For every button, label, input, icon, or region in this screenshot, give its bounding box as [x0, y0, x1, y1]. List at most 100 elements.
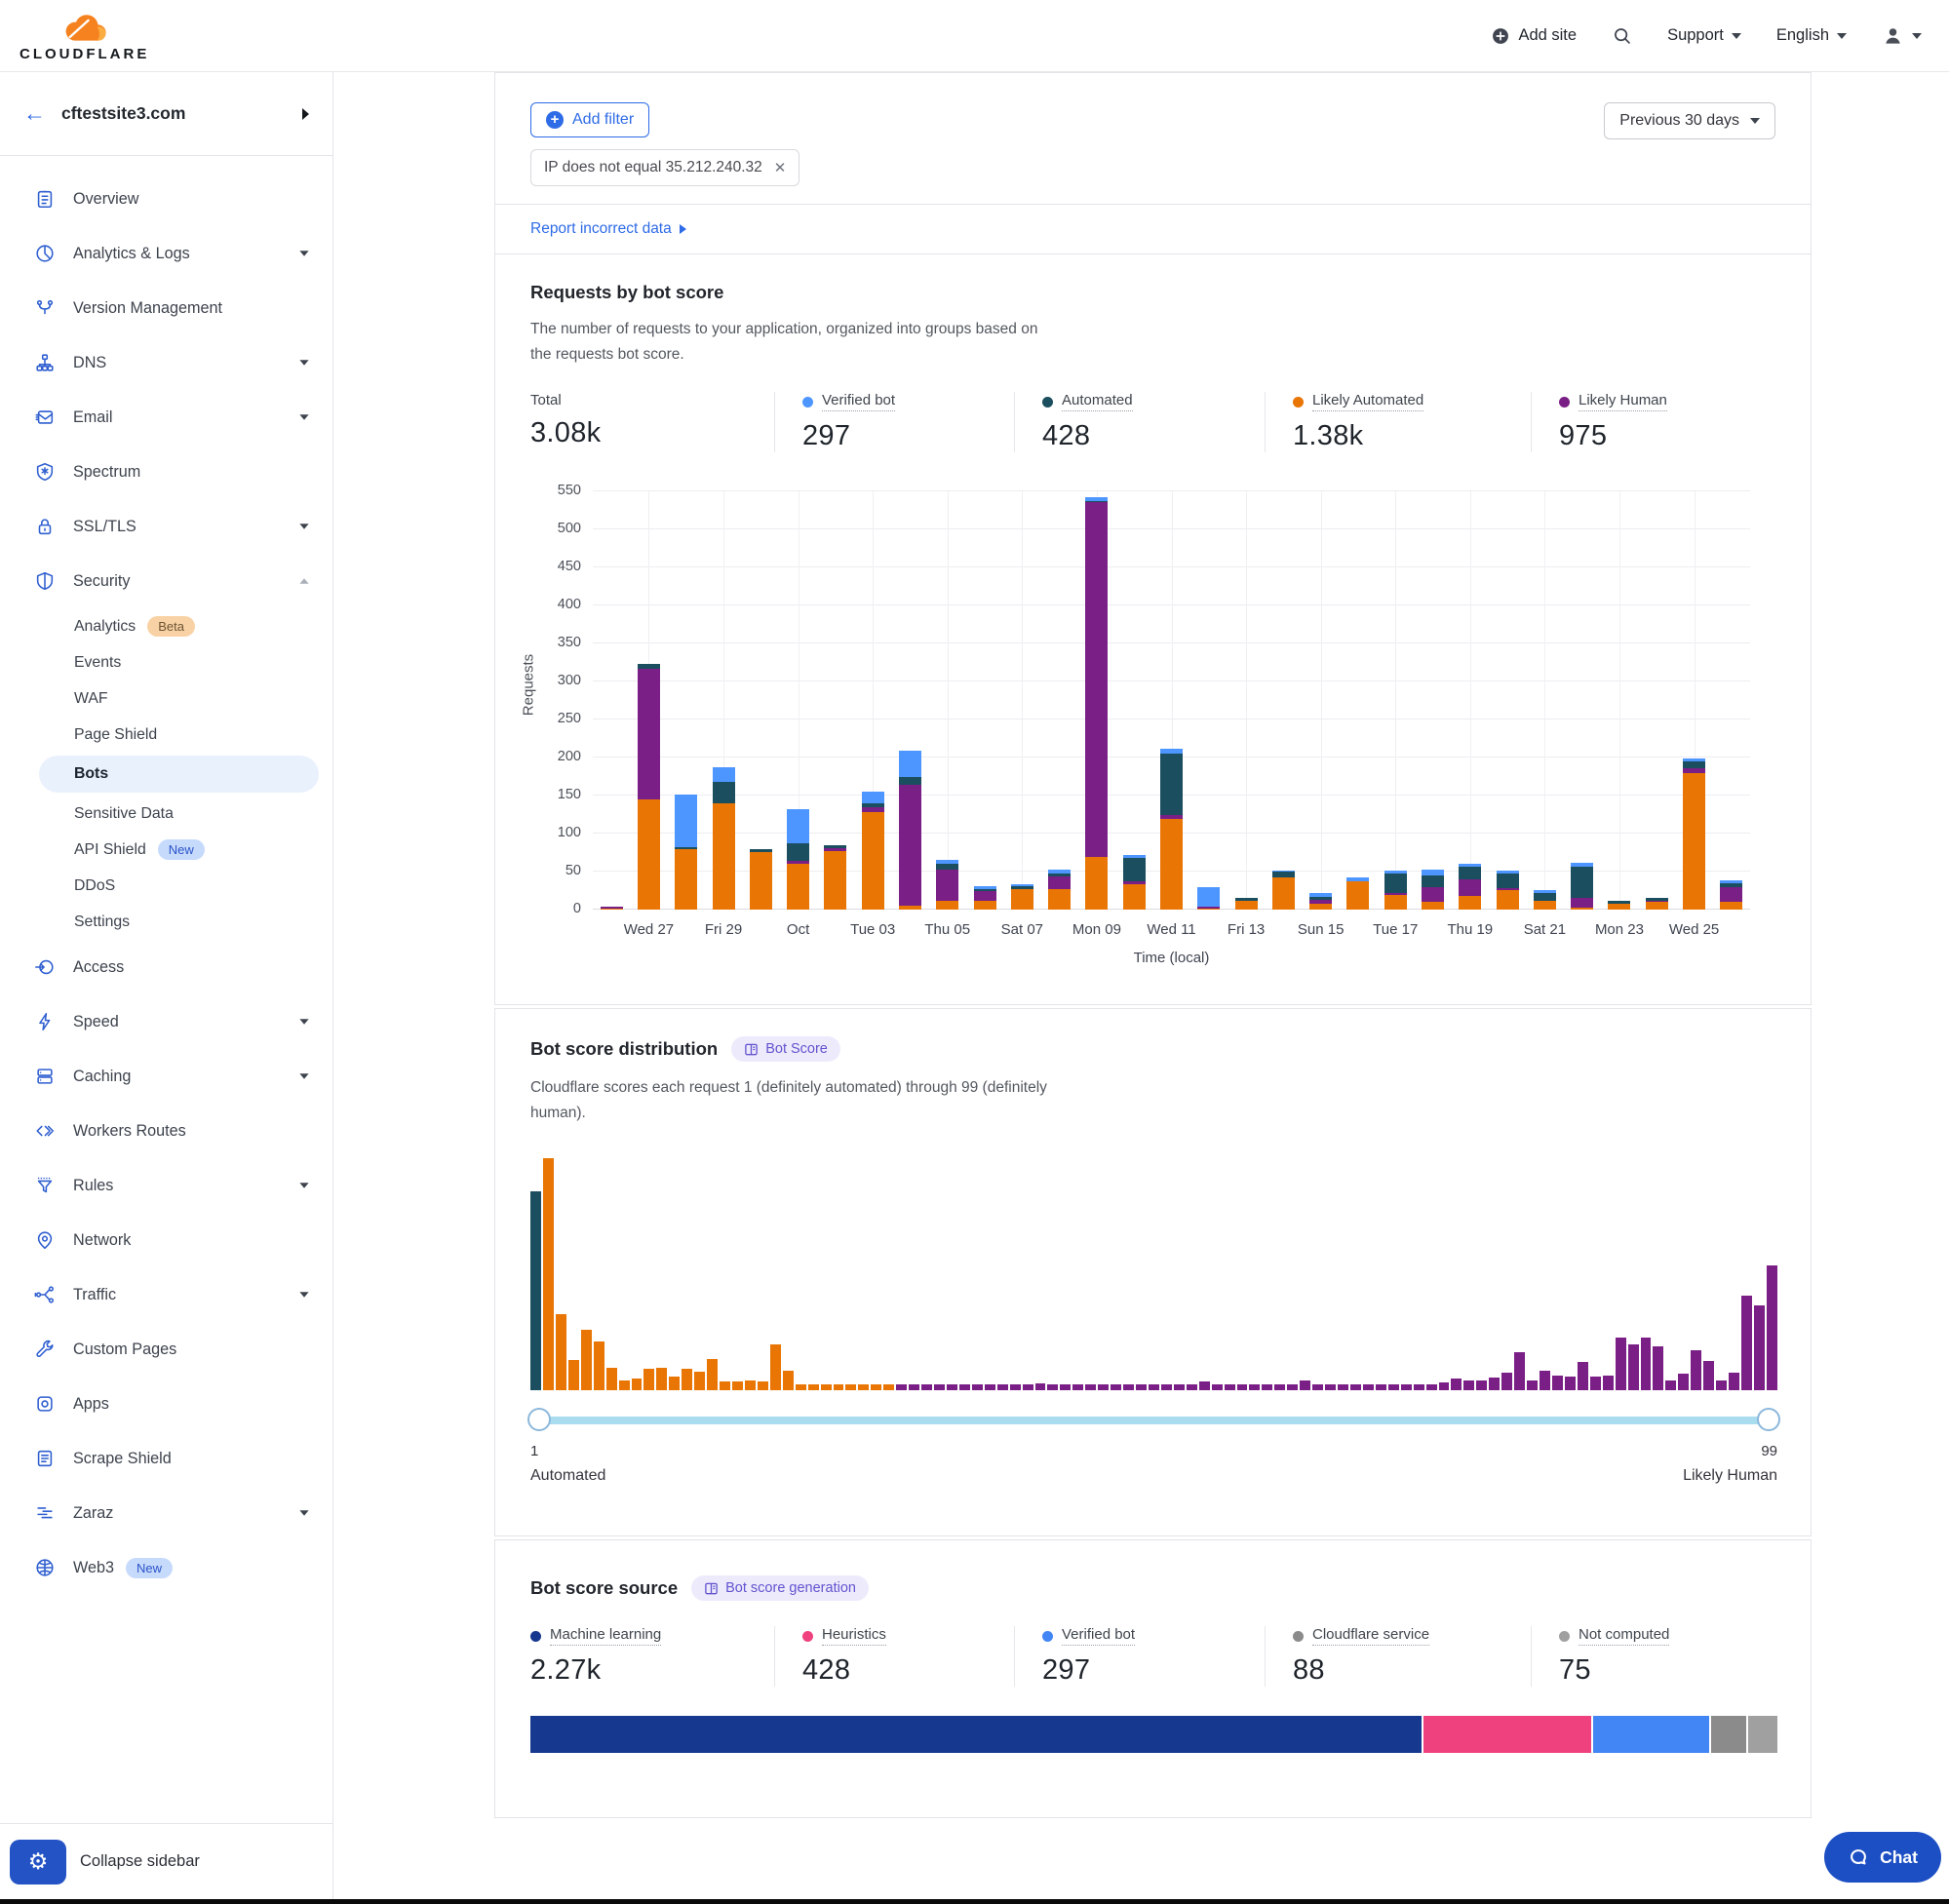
sidebar-item-events[interactable]: Events [0, 644, 332, 680]
stacked-bar [1197, 491, 1220, 910]
sidebar-item-zaraz[interactable]: Zaraz [0, 1486, 332, 1540]
account-menu[interactable] [1882, 24, 1922, 47]
report-incorrect-data-row: Report incorrect data [495, 204, 1811, 253]
stat-label[interactable]: Automated [1062, 392, 1133, 411]
sidebar-item-email[interactable]: Email [0, 390, 332, 445]
collapse-sidebar-button[interactable]: ⚙ Collapse sidebar [0, 1823, 332, 1899]
sidebar-item-traffic[interactable]: Traffic [0, 1267, 332, 1322]
stat-label[interactable]: Heuristics [822, 1626, 886, 1646]
dns-icon [33, 351, 57, 374]
stat-automated: Automated428 [1014, 392, 1265, 452]
distribution-bar [1489, 1378, 1500, 1390]
distribution-bar [1767, 1265, 1777, 1390]
distribution-bar [1691, 1350, 1701, 1390]
sidebar-item-ddos[interactable]: DDoS [0, 868, 332, 904]
sidebar-item-analytics[interactable]: AnalyticsBeta [0, 608, 332, 644]
sidebar-item-scrape-shield[interactable]: Scrape Shield [0, 1431, 332, 1486]
rules-icon [33, 1174, 57, 1197]
distribution-bar [871, 1384, 881, 1391]
stat-label[interactable]: Machine learning [550, 1626, 661, 1646]
bot-score-badge[interactable]: Bot Score [731, 1036, 840, 1062]
new-badge: New [126, 1558, 173, 1578]
add-filter-button[interactable]: + Add filter [530, 102, 649, 137]
sidebar-item-network[interactable]: Network [0, 1213, 332, 1267]
distribution-bar [1136, 1384, 1147, 1391]
y-tick-label: 250 [530, 711, 581, 726]
distribution-bar [669, 1377, 680, 1390]
bar-segment-automated [750, 849, 772, 852]
stat-label[interactable]: Verified bot [1062, 1626, 1135, 1646]
sidebar-item-apps[interactable]: Apps [0, 1377, 332, 1431]
overview-icon [33, 187, 57, 211]
distribution-bar [543, 1158, 554, 1390]
distribution-bar [1338, 1384, 1348, 1391]
sidebar-item-workers-routes[interactable]: Workers Routes [0, 1104, 332, 1158]
stat-label[interactable]: Not computed [1579, 1626, 1669, 1646]
distribution-bar [921, 1384, 932, 1391]
slider-handle-max[interactable] [1757, 1408, 1780, 1431]
sidebar-item-version-management[interactable]: Version Management [0, 281, 332, 335]
chat-button[interactable]: Chat [1824, 1832, 1941, 1883]
site-switcher[interactable]: ← cftestsite3.com [0, 72, 332, 156]
sidebar-item-waf[interactable]: WAF [0, 680, 332, 717]
distribution-bar [1729, 1373, 1739, 1391]
distribution-bar [808, 1384, 819, 1390]
sidebar-item-settings[interactable]: Settings [0, 904, 332, 940]
distribution-card: Bot score distribution Bot Score Cloudfl… [494, 1008, 1812, 1536]
slider-handle-min[interactable] [527, 1408, 551, 1431]
report-incorrect-data-link[interactable]: Report incorrect data [530, 220, 672, 238]
bar-segment-likely-human [862, 807, 884, 812]
date-range-select[interactable]: Previous 30 days [1604, 102, 1775, 139]
sidebar-item-security[interactable]: Security [0, 554, 332, 608]
sidebar-item-access[interactable]: Access [0, 940, 332, 994]
bar-segment-verified-bot [1272, 871, 1295, 873]
stat-label[interactable]: Likely Human [1579, 392, 1667, 411]
distribution-bar [883, 1384, 894, 1390]
score-range-slider[interactable] [530, 1408, 1777, 1433]
close-icon[interactable]: ✕ [774, 159, 787, 176]
legend-dot [530, 1631, 541, 1642]
bar-segment-likely-automated [1608, 904, 1630, 910]
search-button[interactable] [1612, 25, 1632, 46]
stat-heuristics: Heuristics428 [774, 1626, 1014, 1687]
sidebar-item-rules[interactable]: Rules [0, 1158, 332, 1213]
sidebar-item-analytics-logs[interactable]: Analytics & Logs [0, 226, 332, 281]
sidebar-item-ssl-tls[interactable]: SSL/TLS [0, 499, 332, 554]
sidebar-item-label: Overview [73, 190, 138, 209]
support-menu[interactable]: Support [1667, 26, 1741, 45]
sidebar-item-caching[interactable]: Caching [0, 1049, 332, 1104]
distribution-bar [1616, 1338, 1626, 1390]
stacked-bar [1720, 491, 1742, 910]
source-card: Bot score source Bot score generation Ma… [494, 1539, 1812, 1818]
sidebar-item-bots[interactable]: Bots [39, 756, 319, 793]
sidebar-item-speed[interactable]: Speed [0, 994, 332, 1049]
filter-chip[interactable]: IP does not equal 35.212.240.32 ✕ [530, 149, 799, 186]
bar-segment-verified-bot [974, 886, 996, 889]
slider-track[interactable] [530, 1417, 1777, 1424]
sidebar-item-web3[interactable]: Web3New [0, 1540, 332, 1595]
sidebar-item-api-shield[interactable]: API ShieldNew [0, 832, 332, 868]
section-title: Bot score distribution [530, 1038, 718, 1060]
x-tick-label: Sat 07 [983, 921, 1061, 938]
sidebar-item-custom-pages[interactable]: Custom Pages [0, 1322, 332, 1377]
back-arrow-icon[interactable]: ← [23, 100, 46, 127]
sidebar-item-sensitive-data[interactable]: Sensitive Data [0, 796, 332, 832]
stat-label[interactable]: Likely Automated [1312, 392, 1423, 411]
legend-dot [1559, 1631, 1570, 1642]
sidebar-item-dns[interactable]: DNS [0, 335, 332, 390]
legend-dot [1559, 397, 1570, 408]
stat-label[interactable]: Cloudflare service [1312, 1626, 1429, 1646]
bot-score-generation-badge[interactable]: Bot score generation [691, 1575, 869, 1601]
stat-label[interactable]: Verified bot [822, 392, 895, 411]
add-site-button[interactable]: Add site [1491, 26, 1577, 46]
legend-dot [1293, 397, 1304, 408]
scrape-icon [33, 1447, 57, 1470]
requests-stats-row: Total3.08kVerified bot297Automated428Lik… [530, 392, 1775, 452]
slider-min-value: 1 [530, 1443, 538, 1459]
gear-icon[interactable]: ⚙ [10, 1840, 66, 1885]
chevron-down-icon [299, 414, 308, 420]
sidebar-item-overview[interactable]: Overview [0, 172, 332, 226]
sidebar-item-spectrum[interactable]: Spectrum [0, 445, 332, 499]
language-menu[interactable]: English [1776, 26, 1847, 45]
sidebar-item-page-shield[interactable]: Page Shield [0, 717, 332, 753]
